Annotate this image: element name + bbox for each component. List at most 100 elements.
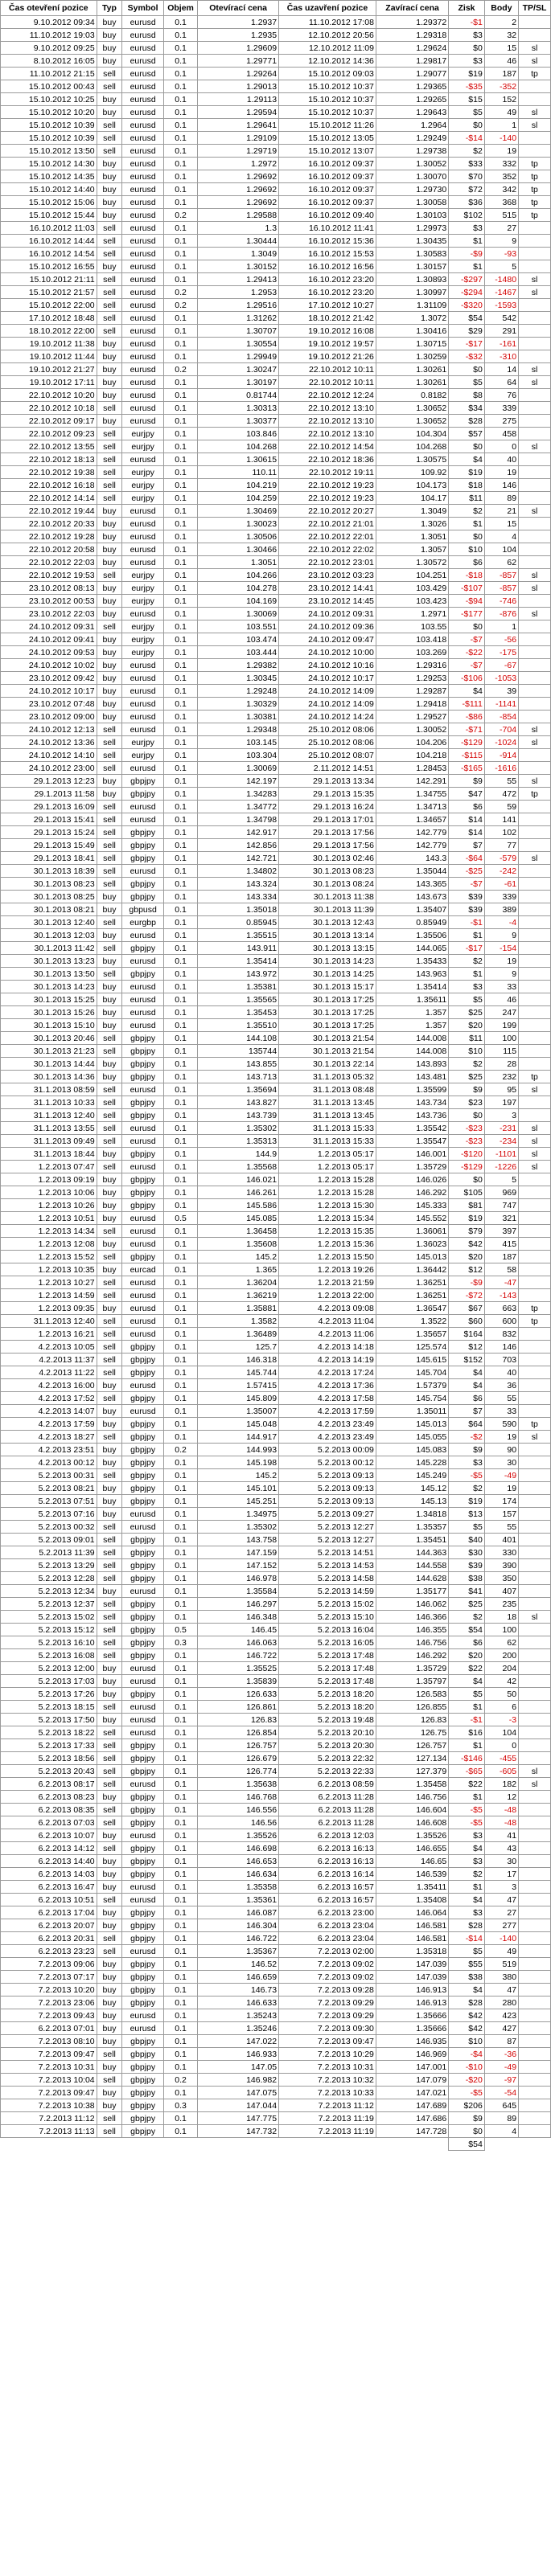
cell-points: -231 — [483, 1121, 520, 1135]
cell-open-price: 1.34975 — [197, 1507, 280, 1521]
table-row: 5.2.2013 20:43 sell gbpjpy 0.1 126.774 5.2.20… — [0, 1764, 551, 1778]
cell-close-time: 22.10.2012 13:10 — [278, 401, 376, 415]
cell-close-price: 146.001 — [375, 1147, 450, 1161]
cell-points: 204 — [483, 1661, 520, 1675]
cell-profit: $34 — [448, 401, 485, 415]
table-row: 5.2.2013 15:02 sell gbpjpy 0.1 146.348 5.2.20… — [0, 1610, 551, 1624]
cell-type: sell — [96, 1636, 123, 1649]
cell-type: sell — [96, 1751, 123, 1765]
cell-type: sell — [96, 311, 123, 325]
table-row: 23.10.2012 08:13 buy eurjpy 0.1 104.278 23.10… — [0, 581, 551, 595]
cell-symbol: eurjpy — [121, 748, 164, 762]
table-row: 19.10.2012 11:44 buy eurusd 0.1 1.29949 19.10… — [0, 350, 551, 363]
cell-close-price: 1.29730 — [375, 182, 450, 196]
cell-symbol: eurusd — [121, 453, 164, 466]
cell-open-price: 104.278 — [197, 581, 280, 595]
cell-open-price: 1.3582 — [197, 1314, 280, 1328]
cell-close-price: 146.913 — [375, 1983, 450, 1997]
cell-close-time: 15.10.2012 10:37 — [278, 105, 376, 119]
cell-symbol: eurusd — [121, 182, 164, 196]
cell-open-price: 146.698 — [197, 1841, 280, 1855]
cell-symbol: gbpjpy — [121, 1031, 164, 1045]
cell-type: sell — [96, 748, 123, 762]
cell-volume: 0.1 — [162, 195, 199, 209]
cell-close-time: 5.2.2013 17:48 — [278, 1648, 376, 1662]
cell-volume: 0.1 — [162, 555, 199, 569]
cell-profit: -$86 — [448, 710, 485, 723]
cell-tpsl: sl — [518, 285, 551, 299]
cell-open-time: 23.10.2012 07:48 — [0, 697, 97, 711]
cell-type: sell — [96, 1841, 123, 1855]
cell-close-price: 127.379 — [375, 1764, 450, 1778]
cell-points: 55 — [483, 774, 520, 788]
cell-points: 235 — [483, 1597, 520, 1611]
cell-open-time: 24.10.2012 10:02 — [0, 658, 97, 672]
cell-tpsl — [518, 2111, 551, 2125]
cell-tpsl — [518, 1276, 551, 1289]
cell-type: sell — [96, 915, 123, 929]
cell-open-time: 5.2.2013 17:03 — [0, 1674, 97, 1688]
table-row: 5.2.2013 07:51 buy gbpjpy 0.1 145.251 5.2.201… — [0, 1494, 551, 1508]
cell-type: buy — [96, 1829, 123, 1842]
cell-close-price: 147.686 — [375, 2111, 450, 2125]
cell-profit: -$72 — [448, 1288, 485, 1302]
cell-open-price: 143.758 — [197, 1533, 280, 1546]
cell-volume: 0.1 — [162, 1327, 199, 1341]
cell-points: 87 — [483, 2034, 520, 2048]
cell-type: buy — [96, 1481, 123, 1495]
cell-open-time: 31.1.2013 08:59 — [0, 1083, 97, 1096]
cell-profit: $4 — [448, 1893, 485, 1906]
cell-close-time: 4.2.2013 17:36 — [278, 1378, 376, 1392]
cell-close-price: 1.35044 — [375, 864, 450, 878]
cell-type: buy — [96, 1661, 123, 1675]
cell-close-time: 5.2.2013 14:51 — [278, 1546, 376, 1559]
cell-close-time: 22.10.2012 13:10 — [278, 427, 376, 440]
cell-volume: 0.1 — [162, 491, 199, 505]
cell-volume: 0.1 — [162, 980, 199, 993]
cell-tpsl: tp — [518, 67, 551, 80]
cell-tpsl — [518, 465, 551, 479]
cell-open-price: 147.152 — [197, 1558, 280, 1572]
cell-symbol: eurjpy — [121, 594, 164, 608]
cell-profit: $38 — [448, 1970, 485, 1984]
cell-points: -56 — [483, 633, 520, 646]
cell-volume: 0.1 — [162, 967, 199, 981]
cell-close-price: 104.268 — [375, 440, 450, 453]
cell-volume: 0.1 — [162, 1353, 199, 1366]
cell-open-price: 1.3 — [197, 221, 280, 235]
table-row: 7.2.2013 08:10 buy gbpjpy 0.1 147.022 7.2.201… — [0, 2034, 551, 2048]
cell-close-time: 30.1.2013 14:23 — [278, 954, 376, 968]
cell-volume: 0.1 — [162, 2111, 199, 2125]
cell-tpsl: sl — [518, 607, 551, 620]
cell-close-time: 15.10.2012 11:26 — [278, 118, 376, 132]
cell-close-price: 104.206 — [375, 735, 450, 749]
cell-symbol: gbpjpy — [121, 1468, 164, 1482]
table-row: 5.2.2013 16:10 sell gbpjpy 0.3 146.063 5.2.20… — [0, 1636, 551, 1649]
cell-volume: 0.1 — [162, 1893, 199, 1906]
cell-type: sell — [96, 1288, 123, 1302]
table-row: 22.10.2012 18:13 sell eurusd 0.1 1.30615 22.1… — [0, 453, 551, 466]
table-row: 30.1.2013 12:03 buy eurusd 0.1 1.35515 30.1.2… — [0, 928, 551, 942]
cell-tpsl — [518, 1571, 551, 1585]
table-row: 1.2.2013 15:52 sell gbpjpy 0.1 145.2 1.2.2013… — [0, 1250, 551, 1263]
cell-open-price: 146.978 — [197, 1571, 280, 1585]
cell-open-time: 29.1.2013 11:58 — [0, 787, 97, 801]
cell-symbol: eurjpy — [121, 440, 164, 453]
cell-close-time: 24.10.2012 10:00 — [278, 645, 376, 659]
cell-close-time: 25.10.2012 08:06 — [278, 723, 376, 736]
cell-close-price: 145.704 — [375, 1366, 450, 1379]
table-row: 22.10.2012 10:20 buy eurusd 0.1 0.81744 22.10… — [0, 388, 551, 402]
cell-tpsl — [518, 401, 551, 415]
cell-open-price: 144.9 — [197, 1147, 280, 1161]
cell-tpsl — [518, 658, 551, 672]
cell-volume: 0.1 — [162, 684, 199, 698]
cell-close-time: 5.2.2013 00:09 — [278, 1443, 376, 1456]
cell-open-time: 6.2.2013 10:51 — [0, 1893, 97, 1906]
cell-type: sell — [96, 1096, 123, 1109]
cell-close-price: 1.35526 — [375, 1829, 450, 1842]
cell-profit: $2 — [448, 1610, 485, 1624]
cell-profit: $0 — [448, 362, 485, 376]
cell-volume: 0.1 — [162, 1661, 199, 1675]
cell-profit: $5 — [448, 375, 485, 389]
cell-tpsl — [518, 620, 551, 633]
